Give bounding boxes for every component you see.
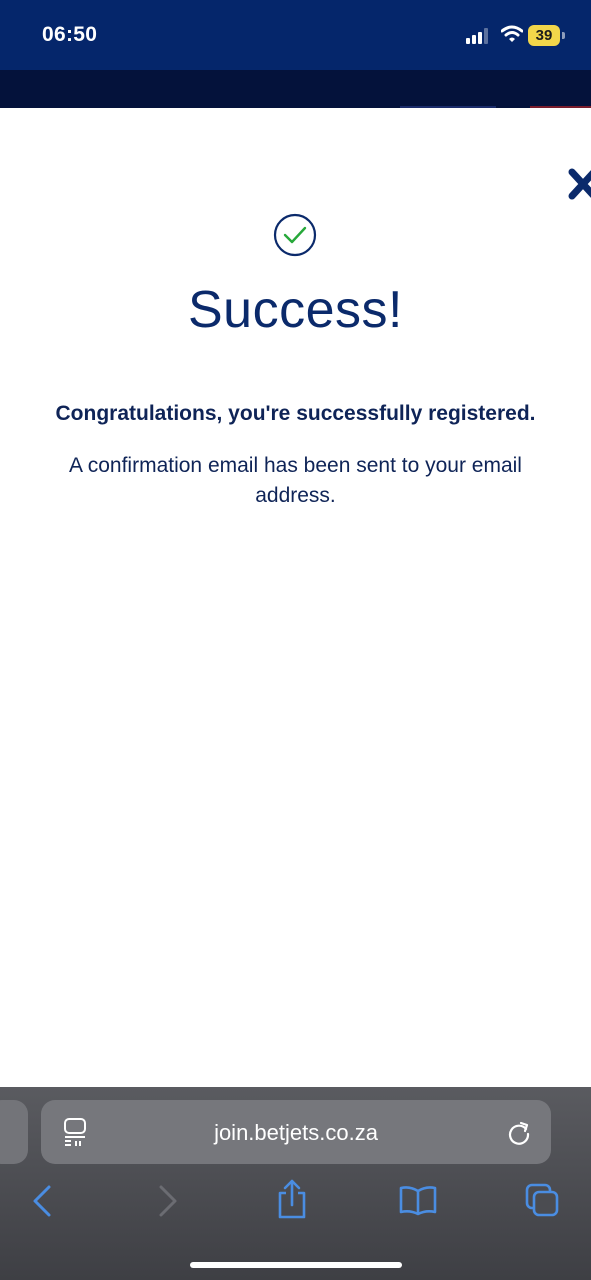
previous-tab-preview[interactable] <box>0 1100 28 1164</box>
header-accent-line <box>530 106 591 108</box>
wifi-icon <box>501 25 523 42</box>
battery-tip <box>562 32 565 39</box>
check-circle-icon <box>273 213 317 257</box>
back-icon[interactable] <box>30 1184 54 1218</box>
status-time: 06:50 <box>42 23 98 46</box>
status-bar: 06:50 39 <box>0 0 591 70</box>
page-title: Success! <box>188 281 403 339</box>
site-header <box>0 70 591 108</box>
home-indicator[interactable] <box>190 1262 402 1268</box>
congrats-message: Congratulations, you're successfully reg… <box>55 402 536 425</box>
url-text[interactable]: join.betjets.co.za <box>41 1120 551 1146</box>
bookmarks-icon[interactable] <box>398 1184 438 1216</box>
header-accent-line <box>400 106 496 108</box>
forward-icon[interactable] <box>156 1184 180 1218</box>
battery-level: 39 <box>535 27 553 44</box>
confirmation-message: A confirmation email has been sent to yo… <box>69 454 522 507</box>
close-icon[interactable] <box>568 168 591 200</box>
reload-icon[interactable] <box>506 1120 532 1146</box>
signal-icon <box>466 28 488 44</box>
share-icon[interactable] <box>276 1178 308 1220</box>
tabs-icon[interactable] <box>524 1182 560 1218</box>
battery-icon: 39 <box>528 25 560 46</box>
